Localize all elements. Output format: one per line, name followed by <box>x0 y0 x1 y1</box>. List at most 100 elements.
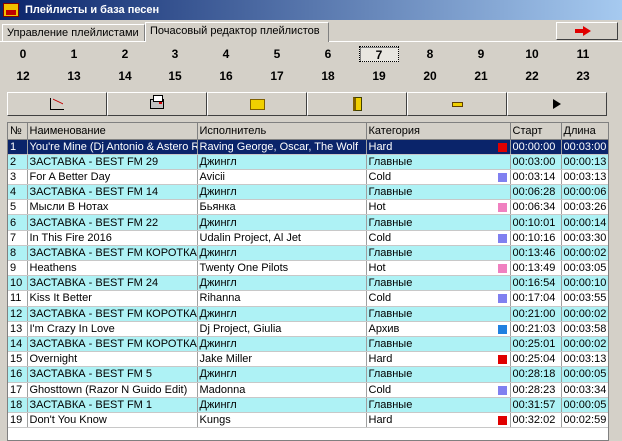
category-label: Главные <box>368 307 413 320</box>
tab-hourly-editor[interactable]: Почасовый редактор плейлистов <box>145 22 329 42</box>
cell-artist: Udalin Project, Al Jet <box>197 230 367 246</box>
cell-category: Архив <box>366 321 511 337</box>
hour-11[interactable]: 11 <box>563 46 603 62</box>
hour-10[interactable]: 10 <box>512 46 552 62</box>
table-row[interactable]: 1 You're Mine (Dj Antonio & Astero R Ravin… <box>8 139 608 155</box>
table-row[interactable]: 5 Мысли В Нотах Бьянка Hot 00:06:34 00:03:26 <box>8 199 608 216</box>
table-row[interactable]: 19 Don't You Know Kungs Hard 00:32:02 00:02:5… <box>8 412 608 429</box>
table-row[interactable]: 6 ЗАСТАВКА - BEST FM 22 Джингл Главные 00:10… <box>8 214 608 231</box>
cell-category: Главные <box>366 275 511 292</box>
open-button[interactable] <box>207 92 307 116</box>
cell-name: Overnight <box>27 351 198 368</box>
library-button[interactable] <box>307 92 407 116</box>
hour-9[interactable]: 9 <box>461 46 501 62</box>
table-row[interactable]: 12 ЗАСТАВКА - BEST FM КОРОТКА Джингл Главны… <box>8 306 608 322</box>
category-color-swatch <box>497 385 507 395</box>
exit-button[interactable] <box>556 22 618 40</box>
cell-number: 8 <box>8 245 28 262</box>
col-header-start[interactable]: Старт <box>510 123 562 140</box>
cell-number: 11 <box>8 290 28 307</box>
tab-playlist-management[interactable]: Управление плейлистами <box>2 24 145 41</box>
table-row[interactable]: 9 Heathens Twenty One Pilots Hot 00:13:49 00:… <box>8 260 608 277</box>
table-row[interactable]: 13 I'm Crazy In Love Dj Project, Giulia Арх… <box>8 321 608 337</box>
hour-14[interactable]: 14 <box>105 68 145 84</box>
cell-artist: Джингл <box>197 397 367 413</box>
table-row[interactable]: 14 ЗАСТАВКА - BEST FM КОРОТКА Джингл Главны… <box>8 336 608 353</box>
cell-name: ЗАСТАВКА - BEST FM КОРОТКА <box>27 306 198 322</box>
cell-number: 3 <box>8 169 28 186</box>
hour-18[interactable]: 18 <box>308 68 348 84</box>
cell-category: Hot <box>366 260 511 277</box>
app-icon <box>3 3 19 17</box>
cell-artist: Джингл <box>197 184 367 201</box>
col-header-name[interactable]: Наименование <box>27 123 198 140</box>
hour-17[interactable]: 17 <box>257 68 297 84</box>
hour-19[interactable]: 19 <box>359 68 399 84</box>
col-header-category[interactable]: Категория <box>366 123 511 140</box>
hour-22[interactable]: 22 <box>512 68 552 84</box>
table-row[interactable]: 11 Kiss It Better Rihanna Cold 00:17:04 00:03… <box>8 290 608 307</box>
print-button[interactable] <box>107 92 207 116</box>
hour-23[interactable]: 23 <box>563 68 603 84</box>
category-label: Главные <box>368 186 413 199</box>
cell-category: Главные <box>366 336 511 353</box>
cell-category: Главные <box>366 154 511 170</box>
remove-button[interactable] <box>407 92 507 116</box>
category-color-swatch <box>497 233 507 243</box>
col-header-number[interactable]: № <box>8 123 28 140</box>
hour-16[interactable]: 16 <box>206 68 246 84</box>
table-row[interactable]: 15 Overnight Jake Miller Hard 00:25:04 00:03:… <box>8 351 608 368</box>
hour-7[interactable]: 7 <box>359 46 399 62</box>
hour-2[interactable]: 2 <box>105 46 145 62</box>
table-row[interactable]: 10 ЗАСТАВКА - BEST FM 24 Джингл Главные 00:1… <box>8 275 608 292</box>
cell-number: 1 <box>8 139 28 155</box>
cell-start: 00:21:00 <box>510 306 562 322</box>
hour-3[interactable]: 3 <box>155 46 195 62</box>
chart-button[interactable] <box>7 92 107 116</box>
hour-20[interactable]: 20 <box>410 68 450 84</box>
table-row[interactable]: 4 ЗАСТАВКА - BEST FM 14 Джингл Главные 00:06… <box>8 184 608 201</box>
table-header: № Наименование Исполнитель Категория Ста… <box>8 123 608 140</box>
table-row[interactable]: 18 ЗАСТАВКА - BEST FM 1 Джингл Главные 00:31… <box>8 397 608 413</box>
cell-name: ЗАСТАВКА - BEST FM КОРОТКА <box>27 245 198 262</box>
cell-length: 00:00:02 <box>561 245 608 262</box>
table-row[interactable]: 16 ЗАСТАВКА - BEST FM 5 Джингл Главные 00:28… <box>8 366 608 383</box>
table-row[interactable]: 7 In This Fire 2016 Udalin Project, Al Jet… <box>8 230 608 246</box>
cell-name: I'm Crazy In Love <box>27 321 198 337</box>
cell-start: 00:10:01 <box>510 214 562 231</box>
table-row[interactable]: 8 ЗАСТАВКА - BEST FM КОРОТКА Джингл Главные… <box>8 245 608 262</box>
hour-13[interactable]: 13 <box>54 68 94 84</box>
table-row[interactable]: 3 For A Better Day Avicii Cold 00:03:14 00:03… <box>8 169 608 186</box>
tab-strip: Управление плейлистами Почасовый редакто… <box>0 22 622 42</box>
playlist-grid[interactable]: № Наименование Исполнитель Категория Ста… <box>7 122 609 441</box>
hour-21[interactable]: 21 <box>461 68 501 84</box>
cell-number: 2 <box>8 154 28 170</box>
cell-name: ЗАСТАВКА - BEST FM 24 <box>27 275 198 292</box>
hour-0[interactable]: 0 <box>3 46 43 62</box>
cell-number: 9 <box>8 260 28 277</box>
col-header-artist[interactable]: Исполнитель <box>197 123 367 140</box>
cell-length: 00:03:55 <box>561 290 608 307</box>
cell-start: 00:13:49 <box>510 260 562 277</box>
cell-start: 00:00:00 <box>510 139 562 155</box>
category-label: Hard <box>368 353 393 366</box>
hour-5[interactable]: 5 <box>257 46 297 62</box>
hour-6[interactable]: 6 <box>308 46 348 62</box>
category-label: Hard <box>368 413 393 426</box>
category-color-swatch <box>497 172 507 182</box>
hour-8[interactable]: 8 <box>410 46 450 62</box>
table-row[interactable]: 2 ЗАСТАВКА - BEST FM 29 Джингл Главные 00:03… <box>8 154 608 170</box>
category-label: Главные <box>368 246 413 259</box>
hour-15[interactable]: 15 <box>155 68 195 84</box>
cell-name: You're Mine (Dj Antonio & Astero R <box>27 139 198 155</box>
col-header-length[interactable]: Длина <box>561 123 608 140</box>
hour-4[interactable]: 4 <box>206 46 246 62</box>
table-row[interactable]: 17 Ghosttown (Razor N Guido Edit) Madonna C… <box>8 382 608 398</box>
cell-number: 18 <box>8 397 28 413</box>
cell-length: 00:03:26 <box>561 199 608 216</box>
play-button[interactable] <box>507 92 607 116</box>
cell-artist: Джингл <box>197 214 367 231</box>
hour-1[interactable]: 1 <box>54 46 94 62</box>
hour-12[interactable]: 12 <box>3 68 43 84</box>
title-bar: Плейлисты и база песен <box>0 0 622 20</box>
